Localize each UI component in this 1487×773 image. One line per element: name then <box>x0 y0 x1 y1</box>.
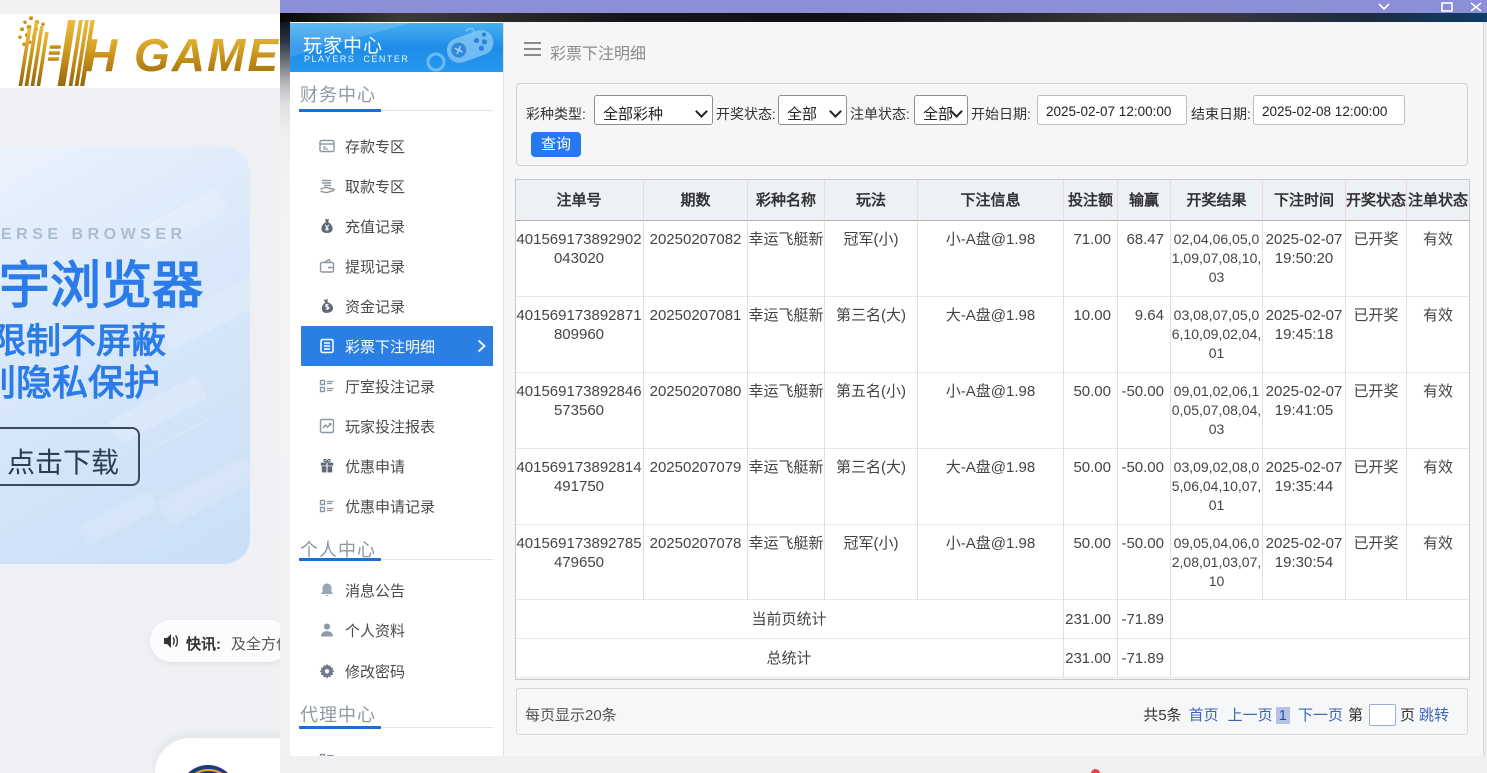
svg-text:H GAME: H GAME <box>84 29 280 81</box>
